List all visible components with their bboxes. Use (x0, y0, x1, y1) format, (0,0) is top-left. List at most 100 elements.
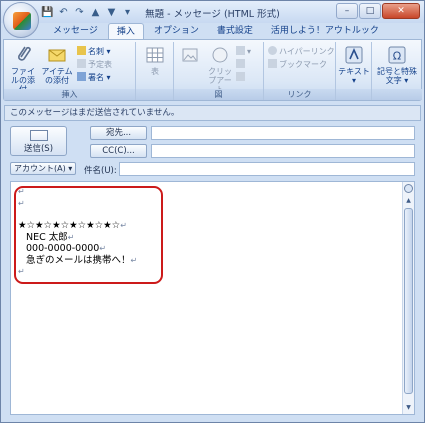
cc-button[interactable]: CC(C)... (90, 144, 147, 158)
tab-insert[interactable]: 挿入 (107, 23, 144, 39)
table-button[interactable]: 表 (140, 44, 170, 76)
ribbon-group-insert: ファイルの添付 アイテムの添付 名刺 ▾ 予定表 署名 ▾ 挿入 (4, 42, 136, 100)
return-mark-icon: ↵ (18, 267, 25, 276)
info-bar: このメッセージはまだ送信されていません。 (4, 105, 421, 121)
window-controls: – □ ✕ (336, 3, 420, 19)
body-line: ↵ (18, 186, 137, 198)
zoom-icon[interactable] (404, 184, 413, 193)
chart-icon (236, 72, 245, 81)
business-card-label: 名刺 (88, 47, 104, 56)
ribbon-group-symbols: Ω 記号と特殊文字 ▾ (372, 42, 422, 100)
signature-icon (77, 72, 86, 81)
account-label: アカウント(A) (14, 164, 66, 173)
business-card-button[interactable]: 名刺 ▾ (77, 46, 111, 57)
shapes-icon (236, 46, 245, 55)
message-body[interactable]: ↵ ↵ ★☆★☆★☆★☆★☆★☆↵ NEC 太郎↵ 000-0000-0000↵… (10, 181, 415, 415)
table-icon (146, 47, 164, 63)
shapes-button[interactable]: ▾ (236, 46, 251, 57)
to-field[interactable] (151, 126, 415, 140)
calendar-button[interactable]: 予定表 (77, 59, 112, 70)
ribbon-group-table: 表 (136, 42, 174, 100)
smartart-icon (236, 59, 245, 68)
chart-button[interactable] (236, 72, 247, 83)
hyperlink-label: ハイパーリンク (279, 47, 335, 56)
clipart-button[interactable]: クリップアート (206, 44, 234, 94)
attach-item-button[interactable]: アイテムの添付 (40, 44, 74, 85)
group-label-symbols (372, 89, 422, 100)
scroll-down-icon[interactable]: ▼ (404, 403, 413, 412)
omega-icon: Ω (388, 46, 406, 64)
attach-item-label: アイテムの添付 (41, 67, 73, 85)
table-label: 表 (151, 67, 159, 76)
hyperlink-button[interactable]: ハイパーリンク (268, 46, 335, 57)
clipart-icon (212, 47, 228, 63)
text-button[interactable]: テキスト ▾ (338, 44, 370, 85)
globe-link-icon (268, 46, 277, 55)
ribbon-group-links: ハイパーリンク ブックマーク リンク (264, 42, 336, 100)
bookmark-label: ブックマーク (279, 60, 327, 69)
ribbon: ファイルの添付 アイテムの添付 名刺 ▾ 予定表 署名 ▾ 挿入 表 (3, 39, 422, 101)
body-line: ↵ (18, 266, 137, 278)
maximize-button[interactable]: □ (359, 3, 381, 19)
send-button[interactable]: 送信(S) (10, 126, 67, 156)
ribbon-tabs: メッセージ 挿入 オプション 書式設定 活用しよう！アウトルック (45, 23, 387, 39)
signature-button[interactable]: 署名 ▾ (77, 72, 111, 83)
minimize-button[interactable]: – (336, 3, 358, 19)
group-label-text (336, 89, 371, 100)
scroll-up-icon[interactable]: ▲ (404, 196, 413, 205)
tab-format[interactable]: 書式設定 (209, 23, 261, 39)
vertical-scrollbar[interactable]: ▲ ▼ (402, 182, 414, 414)
attach-file-button[interactable]: ファイルの添付 (8, 44, 38, 94)
calendar-label: 予定表 (88, 60, 112, 69)
group-label-table (136, 89, 173, 100)
scroll-thumb[interactable] (404, 208, 413, 394)
bookmark-button[interactable]: ブックマーク (268, 59, 327, 70)
ribbon-group-illustrations: クリップアート ▾ 図 (174, 42, 264, 100)
envelope-icon (29, 130, 48, 141)
tab-message[interactable]: メッセージ (45, 23, 106, 39)
body-line: ↵ (18, 198, 137, 210)
subject-field[interactable] (119, 162, 415, 176)
svg-text:Ω: Ω (393, 50, 401, 63)
calendar-icon (77, 59, 86, 68)
return-mark-icon: ↵ (99, 244, 107, 253)
cc-field[interactable] (151, 144, 415, 158)
business-card-icon (77, 46, 86, 55)
return-mark-icon: ↵ (130, 255, 138, 265)
group-label-links: リンク (264, 89, 335, 100)
group-label-insert: 挿入 (4, 89, 135, 100)
account-button[interactable]: アカウント(A) ▾ (10, 162, 76, 175)
outlook-message-window: 💾 ↶ ↷ ▲ ▼ ▾ 無題 - メッセージ (HTML 形式) – □ ✕ メ… (0, 0, 425, 423)
office-button[interactable] (3, 2, 39, 38)
group-label-illustrations: 図 (174, 89, 263, 100)
bookmark-icon (268, 59, 277, 68)
body-line-stars: ★☆★☆★☆★☆★☆★☆↵ (18, 220, 127, 231)
body-line-note: 急ぎのメールは携帯へ！↵ (26, 254, 138, 266)
subject-label: 件名(U): (84, 166, 117, 176)
ribbon-group-text: テキスト ▾ (336, 42, 372, 100)
title-bar: 💾 ↶ ↷ ▲ ▼ ▾ 無題 - メッセージ (HTML 形式) – □ ✕ (1, 1, 424, 23)
paperclip-icon (18, 46, 31, 61)
picture-icon (182, 48, 198, 62)
symbol-button[interactable]: Ω 記号と特殊文字 ▾ (374, 44, 420, 85)
return-mark-icon: ↵ (18, 187, 25, 196)
envelope-item-icon (48, 49, 66, 62)
return-mark-icon: ↵ (18, 198, 25, 208)
body-line-name: NEC 太郎↵ (26, 231, 75, 243)
picture-button[interactable] (177, 44, 203, 67)
return-mark-icon: ↵ (67, 232, 75, 242)
close-button[interactable]: ✕ (382, 3, 420, 19)
send-label: 送信(S) (23, 144, 54, 154)
text-box-icon (345, 46, 363, 64)
tab-outlook-tips[interactable]: 活用しよう！アウトルック (263, 23, 387, 39)
body-content: ↵ ↵ ★☆★☆★☆★☆★☆★☆↵ NEC 太郎↵ 000-0000-0000↵… (18, 186, 137, 278)
tab-options[interactable]: オプション (146, 23, 207, 39)
symbol-label: 記号と特殊文字 (377, 67, 417, 85)
body-line-phone: 000-0000-0000↵ (26, 243, 107, 254)
office-logo-icon (13, 12, 31, 30)
to-button[interactable]: 宛先... (90, 126, 147, 140)
signature-label: 署名 (88, 73, 104, 82)
return-mark-icon: ↵ (120, 221, 127, 230)
smartart-button[interactable] (236, 59, 247, 70)
text-label: テキスト (338, 67, 370, 76)
